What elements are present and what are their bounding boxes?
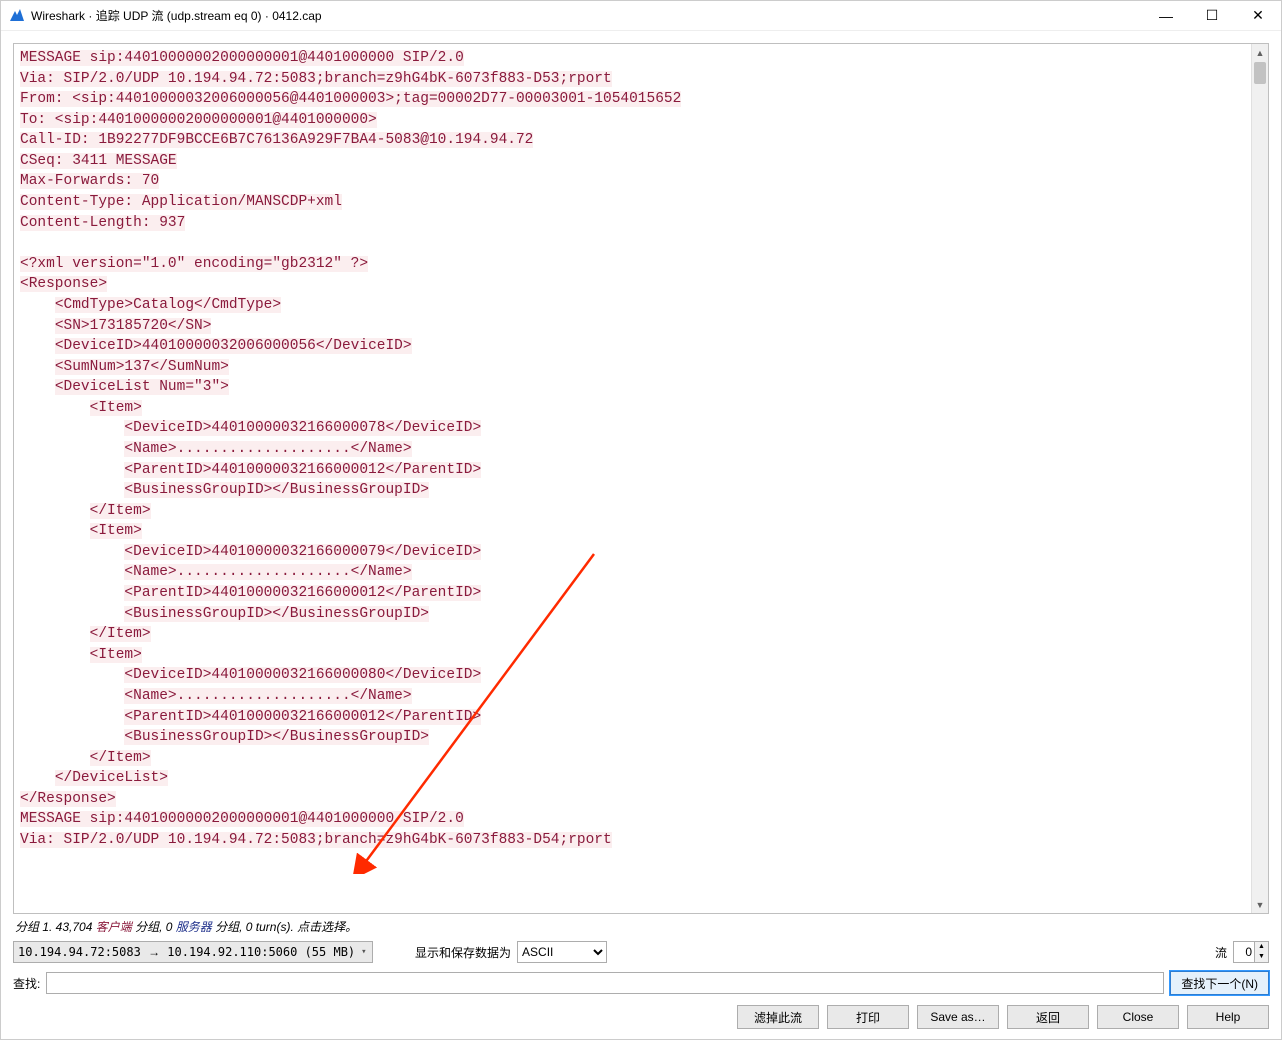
find-label: 查找: bbox=[13, 975, 40, 992]
client-packets-label: 客户端 bbox=[96, 920, 132, 934]
help-button[interactable]: Help bbox=[1187, 1005, 1269, 1029]
find-next-button[interactable]: 查找下一个(N) bbox=[1170, 971, 1269, 995]
encoding-select[interactable]: ASCII bbox=[517, 941, 607, 963]
close-dialog-button[interactable]: Close bbox=[1097, 1005, 1179, 1029]
stream-content-panel: MESSAGE sip:44010000002000000001@4401000… bbox=[13, 43, 1269, 914]
maximize-button[interactable]: ☐ bbox=[1189, 1, 1235, 31]
window-title: Wireshark · 追踪 UDP 流 (udp.stream eq 0) ·… bbox=[31, 7, 322, 24]
dialog-button-bar: 滤掉此流 打印 Save as… 返回 Close Help bbox=[1, 999, 1281, 1039]
spin-down-icon[interactable]: ▼ bbox=[1255, 952, 1268, 962]
titlebar: Wireshark · 追踪 UDP 流 (udp.stream eq 0) ·… bbox=[1, 1, 1281, 31]
status-line: 分组 1. 43,704 客户端 分组, 0 服务器 分组, 0 turn(s)… bbox=[1, 916, 1281, 937]
conversation-combo[interactable]: 10.194.94.72:5083 → 10.194.92.110:5060 (… bbox=[13, 941, 373, 963]
minimize-button[interactable]: — bbox=[1143, 1, 1189, 31]
server-packets-label: 服务器 bbox=[176, 920, 212, 934]
stream-index-spinner[interactable]: ▲ ▼ bbox=[1233, 941, 1269, 963]
print-button[interactable]: 打印 bbox=[827, 1005, 909, 1029]
stream-text[interactable]: MESSAGE sip:44010000002000000001@4401000… bbox=[14, 44, 1251, 913]
display-save-label: 显示和保存数据为 bbox=[415, 944, 511, 961]
filter-out-stream-button[interactable]: 滤掉此流 bbox=[737, 1005, 819, 1029]
arrow-right-icon: → bbox=[148, 945, 160, 959]
scroll-thumb[interactable] bbox=[1254, 62, 1266, 84]
controls-row: 10.194.94.72:5083 → 10.194.92.110:5060 (… bbox=[1, 937, 1281, 967]
save-as-button[interactable]: Save as… bbox=[917, 1005, 999, 1029]
find-row: 查找: 查找下一个(N) bbox=[1, 967, 1281, 999]
stream-index-input[interactable] bbox=[1234, 943, 1254, 961]
wireshark-icon bbox=[9, 8, 25, 24]
chevron-down-icon: ▾ bbox=[361, 947, 366, 957]
scroll-down-icon[interactable]: ▼ bbox=[1252, 896, 1268, 913]
spin-up-icon[interactable]: ▲ bbox=[1255, 942, 1268, 952]
follow-stream-dialog: Wireshark · 追踪 UDP 流 (udp.stream eq 0) ·… bbox=[0, 0, 1282, 1040]
back-button[interactable]: 返回 bbox=[1007, 1005, 1089, 1029]
find-input[interactable] bbox=[46, 972, 1164, 994]
stream-label: 流 bbox=[1215, 944, 1227, 961]
close-button[interactable]: ✕ bbox=[1235, 1, 1281, 31]
scroll-up-icon[interactable]: ▲ bbox=[1252, 44, 1268, 61]
vertical-scrollbar[interactable]: ▲ ▼ bbox=[1251, 44, 1268, 913]
